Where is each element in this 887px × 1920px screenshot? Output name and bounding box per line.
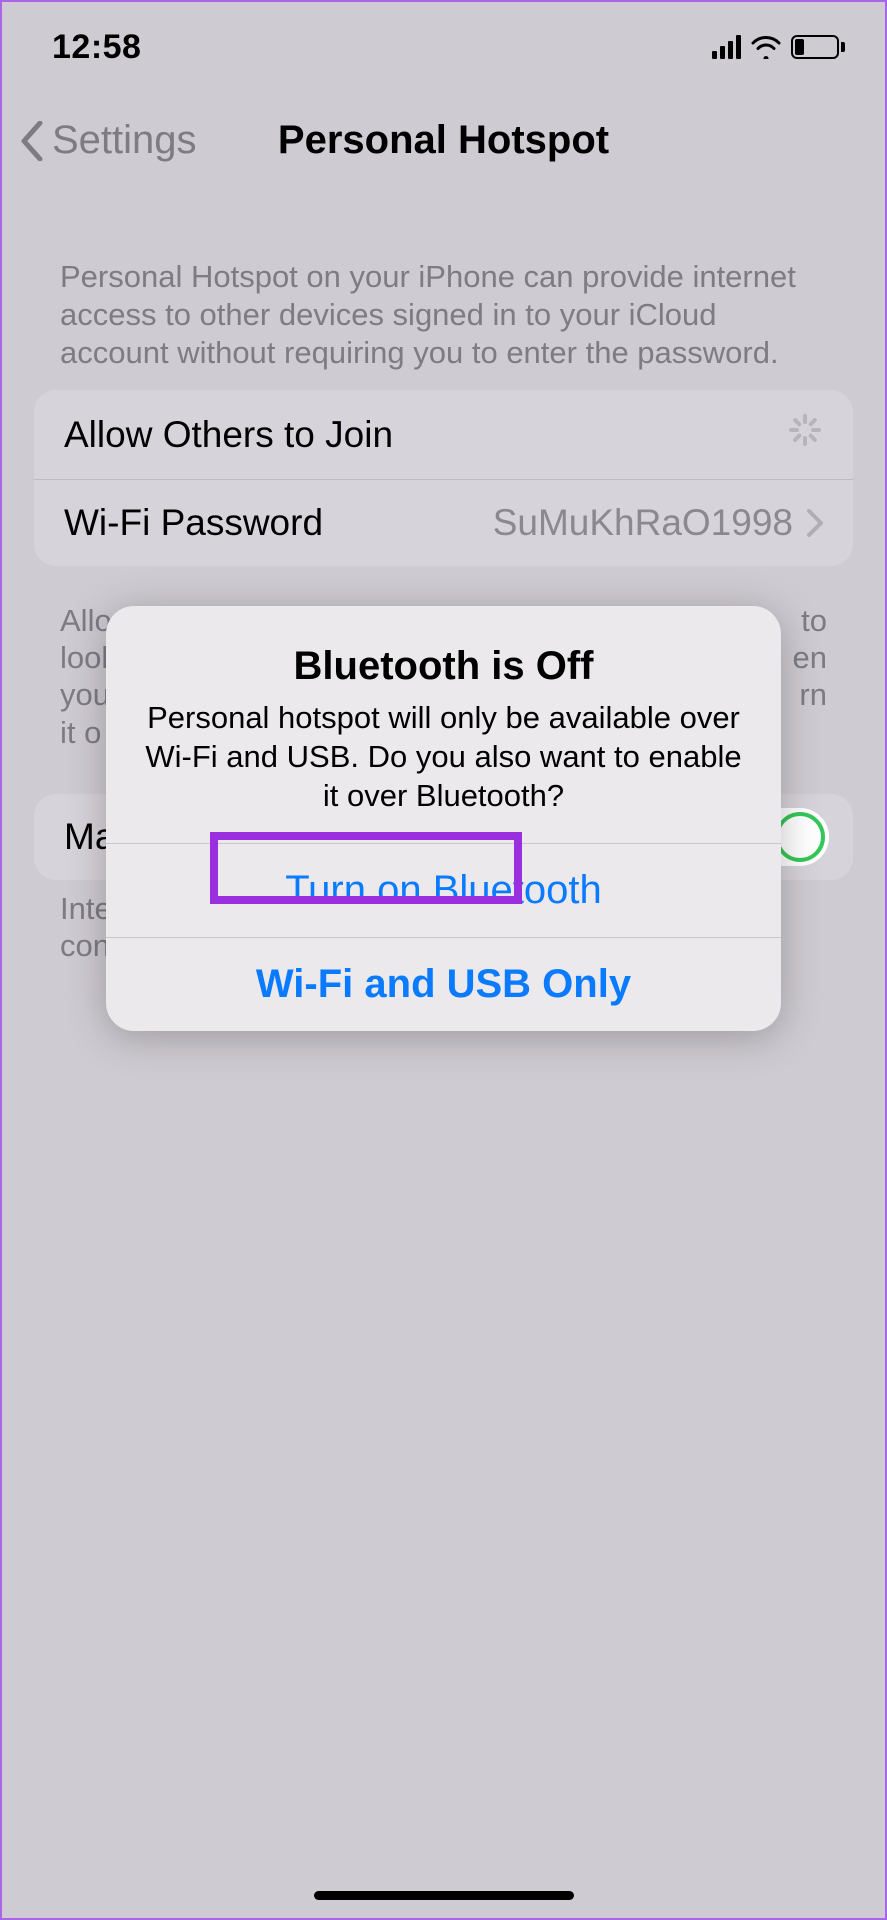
turn-on-bluetooth-button[interactable]: Turn on Bluetooth — [106, 843, 781, 937]
toggle-knob — [775, 812, 825, 862]
alert-title: Bluetooth is Off — [136, 644, 751, 689]
page-title: Personal Hotspot — [2, 118, 885, 163]
status-icons — [712, 35, 845, 59]
settings-group: Allow Others to Join Wi-Fi Password SuMu… — [34, 390, 853, 566]
status-bar: 12:58 — [2, 2, 885, 92]
alert-message: Personal hotspot will only be available … — [136, 699, 751, 815]
wifi-usb-only-button[interactable]: Wi-Fi and USB Only — [106, 937, 781, 1031]
wifi-password-value: SuMuKhRaO1998 — [493, 502, 793, 544]
section-description: Personal Hotspot on your iPhone can prov… — [60, 258, 827, 371]
nav-bar: Settings Personal Hotspot — [2, 110, 885, 190]
chevron-right-icon — [807, 509, 823, 537]
row-trail: SuMuKhRaO1998 — [493, 502, 823, 544]
battery-icon — [791, 35, 845, 59]
bluetooth-alert: Bluetooth is Off Personal hotspot will o… — [106, 606, 781, 1031]
wifi-password-row[interactable]: Wi-Fi Password SuMuKhRaO1998 — [34, 479, 853, 566]
alert-body: Bluetooth is Off Personal hotspot will o… — [106, 606, 781, 843]
loading-spinner-icon — [787, 412, 823, 457]
wifi-icon — [751, 35, 781, 59]
home-indicator[interactable] — [314, 1891, 574, 1900]
cellular-signal-icon — [712, 35, 741, 59]
status-time: 12:58 — [52, 28, 141, 67]
allow-others-row[interactable]: Allow Others to Join — [34, 390, 853, 479]
row-label: Wi-Fi Password — [64, 502, 323, 544]
row-label: Allow Others to Join — [64, 414, 393, 456]
